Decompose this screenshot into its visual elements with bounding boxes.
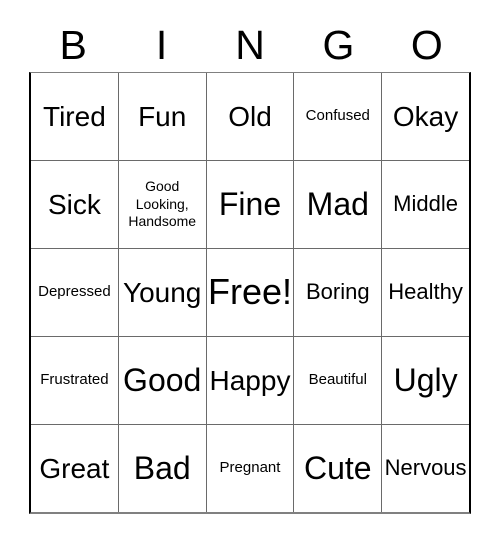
bingo-cell[interactable]: Confused — [294, 73, 383, 160]
bingo-cell[interactable]: Fun — [119, 73, 207, 160]
bingo-cell[interactable]: Old — [207, 73, 295, 160]
bingo-cell-label: Free! — [207, 271, 293, 313]
bingo-cell[interactable]: Cute — [294, 425, 383, 512]
bingo-header-letter-n: N — [235, 21, 265, 68]
bingo-cell[interactable]: Good Looking, Handsome — [119, 161, 207, 248]
bingo-cell[interactable]: Bad — [119, 425, 207, 512]
bingo-cell-label: Beautiful — [308, 371, 367, 389]
bingo-row: Depressed Young Free! Boring Healthy — [31, 249, 469, 337]
bingo-cell-label: Confused — [305, 107, 370, 125]
bingo-row: Tired Fun Old Confused Okay — [31, 73, 469, 161]
bingo-cell[interactable]: Ugly — [382, 337, 469, 424]
bingo-row: Sick Good Looking, Handsome Fine Mad Mid… — [31, 161, 469, 249]
bingo-cell-label: Happy — [209, 364, 291, 396]
bingo-cell-label: Sick — [47, 188, 101, 220]
bingo-cell[interactable]: Happy — [207, 337, 295, 424]
bingo-header-letter-b: B — [59, 21, 87, 68]
bingo-cell[interactable]: Middle — [382, 161, 469, 248]
bingo-cell-label: Ugly — [393, 361, 458, 398]
bingo-cell[interactable]: Pregnant — [207, 425, 295, 512]
bingo-cell-label: Healthy — [388, 279, 463, 305]
bingo-cell-label: Good — [123, 361, 202, 398]
bingo-cell[interactable]: Frustrated — [31, 337, 119, 424]
bingo-cell[interactable]: Fine — [207, 161, 295, 248]
bingo-cell-free[interactable]: Free! — [207, 249, 295, 336]
bingo-cell[interactable]: Boring — [294, 249, 383, 336]
bingo-header-letter-g: G — [322, 21, 355, 68]
bingo-cell-label: Good Looking, Handsome — [128, 178, 197, 230]
bingo-cell[interactable]: Healthy — [382, 249, 469, 336]
bingo-grid: Tired Fun Old Confused Okay Sick Good Lo… — [29, 72, 471, 514]
bingo-cell-label: Young — [122, 276, 202, 308]
bingo-cell-label: Fun — [138, 100, 187, 132]
bingo-cell-label: Cute — [303, 449, 372, 486]
bingo-cell-label: Okay — [392, 100, 459, 132]
bingo-cell-label: Middle — [393, 191, 458, 217]
bingo-cell[interactable]: Tired — [31, 73, 119, 160]
bingo-cell-label: Fine — [218, 185, 282, 222]
bingo-cell[interactable]: Great — [31, 425, 119, 512]
bingo-cell[interactable]: Good — [119, 337, 207, 424]
bingo-cell-label: Frustrated — [40, 371, 109, 389]
bingo-cell[interactable]: Sick — [31, 161, 119, 248]
bingo-cell-label: Bad — [133, 449, 191, 486]
bingo-cell[interactable]: Young — [119, 249, 207, 336]
bingo-cell-label: Boring — [305, 279, 370, 305]
bingo-cell-label: Depressed — [38, 283, 111, 301]
bingo-header: B I N G O — [29, 18, 471, 72]
bingo-row: Frustrated Good Happy Beautiful Ugly — [31, 337, 469, 425]
bingo-card: B I N G O Tired Fun Old Confused Okay Si… — [0, 0, 500, 544]
bingo-cell-label: Great — [39, 452, 110, 484]
bingo-cell-label: Old — [228, 100, 272, 132]
bingo-cell-label: Pregnant — [219, 459, 281, 477]
bingo-header-letter-o: O — [410, 21, 443, 68]
bingo-cell[interactable]: Nervous — [382, 425, 469, 512]
bingo-cell[interactable]: Depressed — [31, 249, 119, 336]
bingo-cell-label: Mad — [306, 185, 369, 222]
bingo-cell[interactable]: Mad — [294, 161, 383, 248]
bingo-row: Great Bad Pregnant Cute Nervous — [31, 425, 469, 512]
bingo-cell-label: Nervous — [384, 455, 467, 481]
bingo-cell-label: Tired — [43, 100, 106, 132]
bingo-header-letter-i: I — [155, 21, 168, 68]
bingo-cell[interactable]: Beautiful — [294, 337, 383, 424]
bingo-cell[interactable]: Okay — [382, 73, 469, 160]
